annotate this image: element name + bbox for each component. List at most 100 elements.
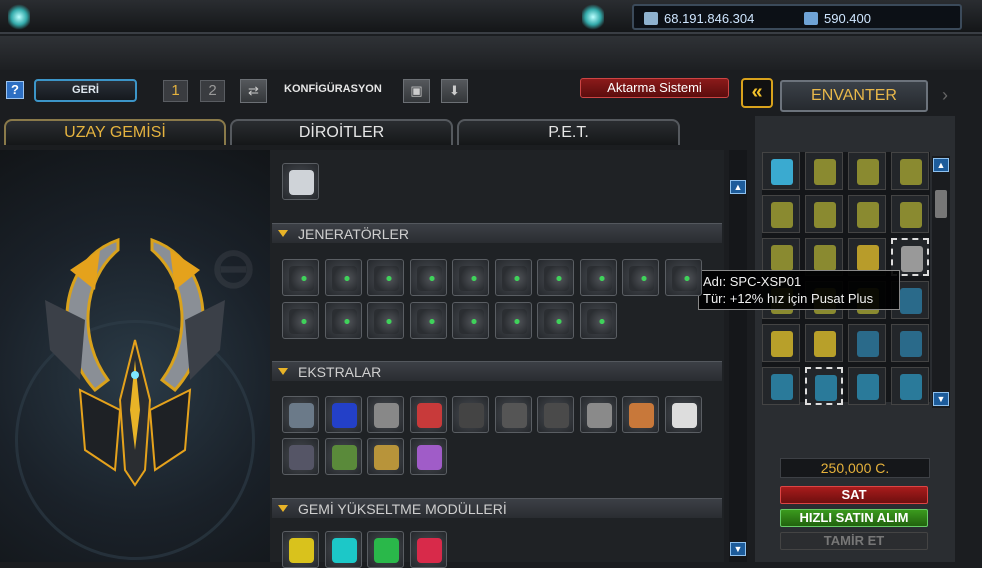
tab-spaceship[interactable]: UZAY GEMİSİ xyxy=(4,119,226,145)
generator-slot[interactable] xyxy=(664,259,702,296)
scroll-up-icon[interactable]: ▲ xyxy=(730,180,746,194)
extra-slot[interactable] xyxy=(579,396,617,433)
extra-slot[interactable] xyxy=(367,438,404,475)
generator-slot[interactable] xyxy=(282,302,319,339)
inventory-slot[interactable] xyxy=(762,195,800,233)
transfer-system-button[interactable]: Aktarma Sistemi xyxy=(580,78,729,98)
collapse-button[interactable]: « xyxy=(741,78,773,108)
section-ship-modules[interactable]: GEMİ YÜKSELTME MODÜLLERİ xyxy=(272,498,722,518)
inventory-icon xyxy=(900,374,922,400)
generator-slot[interactable] xyxy=(579,302,617,339)
generator-slot[interactable] xyxy=(409,302,447,339)
generator-icon xyxy=(289,266,314,291)
generator-slot[interactable] xyxy=(324,302,362,339)
generator-slot[interactable] xyxy=(452,259,489,296)
extra-slot[interactable] xyxy=(367,396,404,433)
inventory-slot[interactable] xyxy=(762,152,800,190)
generator-slot[interactable] xyxy=(494,302,532,339)
config-1-button[interactable]: 1 xyxy=(163,80,188,102)
generator-slot[interactable] xyxy=(579,259,617,296)
module-slot[interactable] xyxy=(409,531,447,568)
inventory-slot[interactable] xyxy=(848,324,886,362)
extra-slot[interactable] xyxy=(324,396,362,433)
generator-slot[interactable] xyxy=(282,259,319,296)
extra-icon xyxy=(416,403,442,428)
generator-slot[interactable] xyxy=(409,259,447,296)
inventory-slot[interactable] xyxy=(805,367,843,405)
inventory-slot[interactable] xyxy=(848,152,886,190)
inventory-slot[interactable] xyxy=(805,195,843,233)
inventory-slot[interactable] xyxy=(762,324,800,362)
inventory-icon xyxy=(771,245,793,271)
generator-slot[interactable] xyxy=(324,259,362,296)
chevron-right-icon[interactable]: › xyxy=(934,80,956,112)
generator-icon xyxy=(544,266,569,291)
header-band xyxy=(0,36,982,70)
double-chevron-left-icon: « xyxy=(751,81,763,103)
back-button[interactable]: GERİ xyxy=(34,79,137,102)
generator-icon xyxy=(331,309,357,334)
inventory-icon xyxy=(857,245,879,271)
extra-slot[interactable] xyxy=(282,438,319,475)
tab-drones[interactable]: DİROİTLER xyxy=(230,119,453,145)
extra-slot[interactable] xyxy=(409,396,447,433)
inventory-slot[interactable] xyxy=(891,195,929,233)
inventory-slot[interactable] xyxy=(762,367,800,405)
extra-slot[interactable] xyxy=(494,396,532,433)
inventory-button[interactable]: ENVANTER xyxy=(780,80,928,112)
tab-pet[interactable]: P.E.T. xyxy=(457,119,680,145)
download-config-button[interactable]: ⬇ xyxy=(441,79,468,103)
section-generators[interactable]: JENERATÖRLER xyxy=(272,223,722,243)
save-config-button[interactable]: ▣ xyxy=(403,79,430,103)
quick-buy-button[interactable]: HIZLI SATIN ALIM xyxy=(780,509,928,527)
extra-slot[interactable] xyxy=(537,396,574,433)
extra-icon xyxy=(331,445,357,470)
generator-slot[interactable] xyxy=(537,259,574,296)
inventory-icon xyxy=(857,331,879,357)
sell-button[interactable]: SAT xyxy=(780,486,928,504)
swap-config-button[interactable]: ⇄ xyxy=(240,79,267,103)
module-slot[interactable] xyxy=(367,531,404,568)
extra-icon xyxy=(459,403,484,428)
ship-core-slot[interactable] xyxy=(282,163,319,200)
extra-slot[interactable] xyxy=(282,396,319,433)
inventory-slot[interactable] xyxy=(805,324,843,362)
extra-slot[interactable] xyxy=(324,438,362,475)
extra-icon xyxy=(586,403,612,428)
generator-slot[interactable] xyxy=(494,259,532,296)
module-slot[interactable] xyxy=(282,531,319,568)
extra-slot[interactable] xyxy=(622,396,659,433)
inventory-slot[interactable] xyxy=(805,152,843,190)
extra-slot[interactable] xyxy=(452,396,489,433)
inventory-slot[interactable] xyxy=(891,367,929,405)
extra-icon xyxy=(544,403,569,428)
inventory-slot[interactable] xyxy=(891,152,929,190)
inventory-scrollbar[interactable]: ▲ ▼ xyxy=(932,156,950,408)
equipment-scrollbar[interactable]: ▲ ▼ xyxy=(729,150,747,562)
repair-button[interactable]: TAMİR ET xyxy=(780,532,928,550)
top-bar: 68.191.846.304 590.400 xyxy=(0,0,982,34)
scroll-thumb[interactable] xyxy=(935,190,947,218)
inventory-slot[interactable] xyxy=(848,195,886,233)
help-button[interactable]: ? xyxy=(6,81,24,99)
scroll-down-icon[interactable]: ▼ xyxy=(933,392,949,406)
generator-slot[interactable] xyxy=(367,259,404,296)
collapse-triangle-icon xyxy=(278,368,288,375)
inventory-slot[interactable] xyxy=(848,367,886,405)
module-slot[interactable] xyxy=(324,531,362,568)
generator-slot[interactable] xyxy=(537,302,574,339)
inventory-slot[interactable] xyxy=(891,324,929,362)
inventory-icon xyxy=(771,374,793,400)
section-extras[interactable]: EKSTRALAR xyxy=(272,361,722,381)
inventory-icon xyxy=(900,202,922,228)
generator-slot[interactable] xyxy=(367,302,404,339)
extra-slot[interactable] xyxy=(409,438,447,475)
inventory-icon xyxy=(900,331,922,357)
scroll-down-icon[interactable]: ▼ xyxy=(730,542,746,556)
scroll-up-icon[interactable]: ▲ xyxy=(933,158,949,172)
extra-icon xyxy=(416,445,442,470)
generator-slot[interactable] xyxy=(452,302,489,339)
extra-slot[interactable] xyxy=(664,396,702,433)
generator-slot[interactable] xyxy=(622,259,659,296)
config-2-button[interactable]: 2 xyxy=(200,80,225,102)
